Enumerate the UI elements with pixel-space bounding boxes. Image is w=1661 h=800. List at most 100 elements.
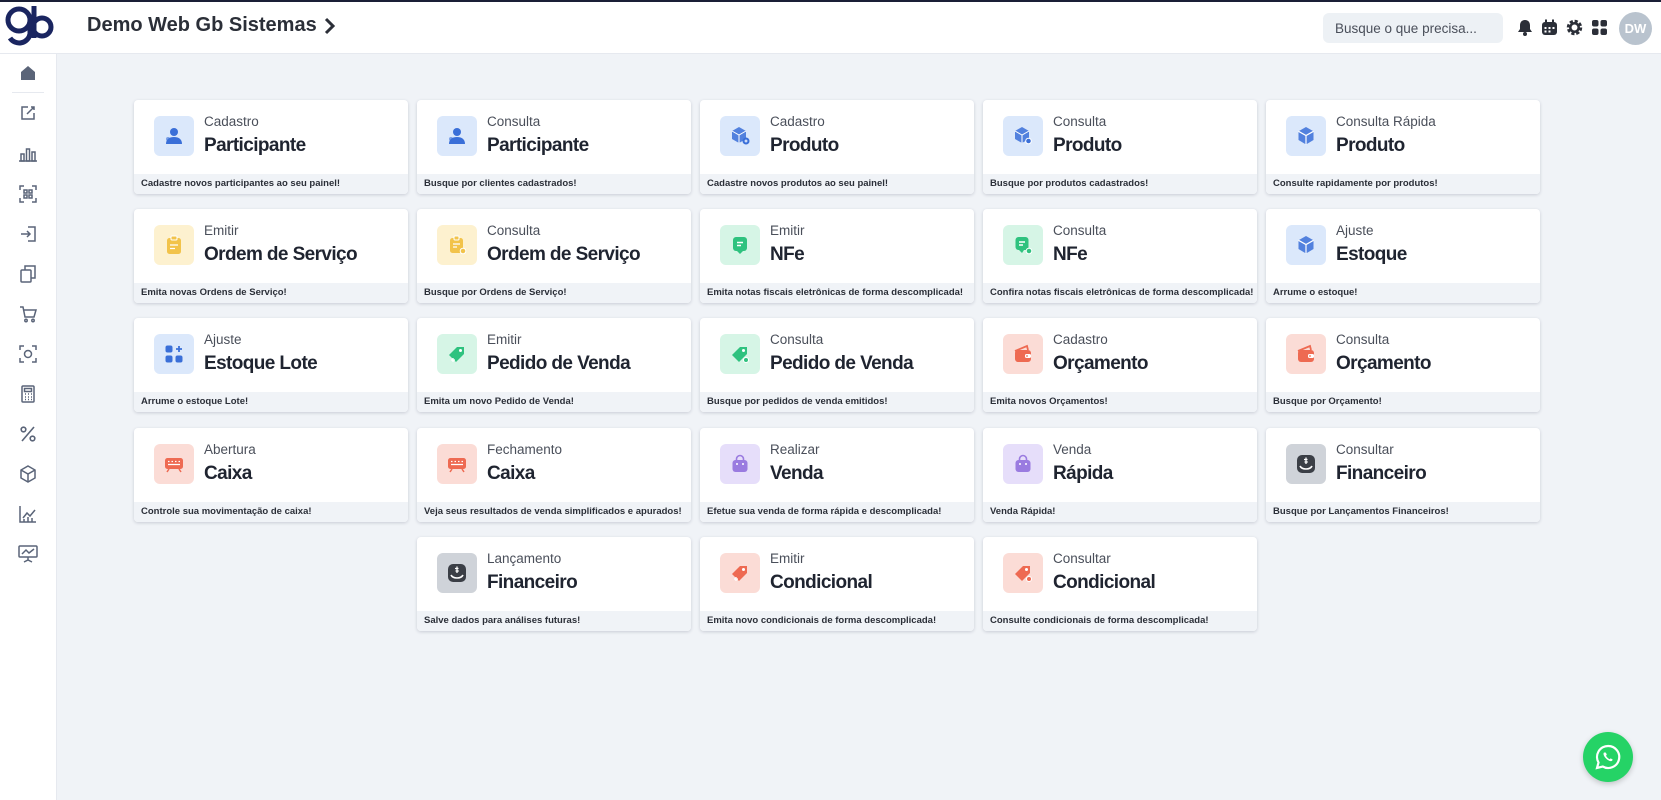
shortcut-card[interactable]: Cadastro Participante Cadastre novos parti… xyxy=(134,100,408,194)
notification-icon[interactable] xyxy=(1515,18,1534,37)
wallet-icon xyxy=(1286,334,1326,374)
card-subtitle: Ajuste xyxy=(1336,223,1374,238)
gear-icon[interactable] xyxy=(1565,18,1584,37)
card-title: Caixa xyxy=(487,463,535,484)
card-subtitle: Consultar xyxy=(1053,551,1111,566)
user-icon xyxy=(154,116,194,156)
card-title: Financeiro xyxy=(487,572,578,593)
cube-plus-icon xyxy=(720,116,760,156)
grid-plus-icon xyxy=(154,334,194,374)
card-description: Emita novos Orçamentos! xyxy=(983,392,1257,412)
register-icon xyxy=(437,444,477,484)
app-title[interactable]: Demo Web Gb Sistemas xyxy=(87,14,337,37)
card-title: Venda xyxy=(770,463,824,484)
card-description: Busque por pedidos de venda emitidos! xyxy=(700,392,974,412)
cube-icon xyxy=(1286,225,1326,265)
search-input[interactable] xyxy=(1323,13,1503,43)
top-bar: Demo Web Gb Sistemas DW xyxy=(0,2,1661,54)
box-icon[interactable] xyxy=(17,463,39,485)
cube-search-icon xyxy=(1003,116,1043,156)
shortcut-card[interactable]: Consulta NFe Confira notas fiscais eletrôn… xyxy=(983,209,1257,303)
shortcut-card[interactable]: Cadastro Produto Cadastre novos produtos a… xyxy=(700,100,974,194)
card-subtitle: Emitir xyxy=(487,332,522,347)
card-subtitle: Consulta xyxy=(770,332,824,347)
card-title: Caixa xyxy=(204,463,252,484)
card-title: Produto xyxy=(1053,135,1122,156)
card-subtitle: Realizar xyxy=(770,442,820,457)
card-title: Pedido de Venda xyxy=(770,353,914,374)
percent-icon[interactable] xyxy=(17,423,39,445)
tag-icon xyxy=(1003,553,1043,593)
card-description: Consulte condicionais de forma descompli… xyxy=(983,611,1257,631)
shortcut-card[interactable]: Emitir NFe Emita notas fiscais eletrônicas… xyxy=(700,209,974,303)
card-description: Cadastre novos participantes ao seu pain… xyxy=(134,174,408,194)
card-description: Emita novas Ordens de Serviço! xyxy=(134,283,408,303)
card-subtitle: Consulta xyxy=(487,223,541,238)
shortcut-card[interactable]: Consulta Orçamento Busque por Orçamento! xyxy=(1266,318,1540,412)
card-description: Busque por clientes cadastrados! xyxy=(417,174,691,194)
shortcut-card[interactable]: Consulta Rápida Produto Consulte rapidamen… xyxy=(1266,100,1540,194)
card-description: Busque por Lançamentos Financeiros! xyxy=(1266,502,1540,522)
shortcut-card[interactable]: Abertura Caixa Controle sua movimentação d… xyxy=(134,428,408,522)
card-subtitle: Emitir xyxy=(770,223,805,238)
card-subtitle: Ajuste xyxy=(204,332,242,347)
shortcut-card[interactable]: Emitir Condicional Emita novo condicionais… xyxy=(700,537,974,631)
shortcut-card[interactable]: Consultar Financeiro Busque por Lançamento… xyxy=(1266,428,1540,522)
card-title: NFe xyxy=(1053,244,1088,265)
apps-grid-icon[interactable] xyxy=(1590,18,1609,37)
shortcut-card[interactable]: Emitir Ordem de Serviço Emita novas Ordens… xyxy=(134,209,408,303)
cube-icon xyxy=(1286,116,1326,156)
cart-icon[interactable] xyxy=(17,303,39,325)
sidebar-divider xyxy=(12,92,44,93)
shortcut-card[interactable]: Consulta Produto Busque por produtos cadas… xyxy=(983,100,1257,194)
card-subtitle: Consultar xyxy=(1336,442,1394,457)
tag-plus-icon xyxy=(437,334,477,374)
card-subtitle: Consulta Rápida xyxy=(1336,114,1436,129)
avatar[interactable]: DW xyxy=(1619,12,1652,45)
shortcut-card[interactable]: Lançamento Financeiro Salve dados para aná… xyxy=(417,537,691,631)
card-title: Financeiro xyxy=(1336,463,1427,484)
shortcut-card[interactable]: Realizar Venda Efetue sua venda de forma r… xyxy=(700,428,974,522)
shortcut-card[interactable]: Ajuste Estoque Arrume o estoque! xyxy=(1266,209,1540,303)
clipboard-search-icon xyxy=(437,225,477,265)
shortcut-card[interactable]: Fechamento Caixa Veja seus resultados de v… xyxy=(417,428,691,522)
shortcut-card[interactable]: Ajuste Estoque Lote Arrume o estoque Lote! xyxy=(134,318,408,412)
shortcut-card[interactable]: Emitir Pedido de Venda Emita um novo Pedid… xyxy=(417,318,691,412)
card-description: Busque por Ordens de Serviço! xyxy=(417,283,691,303)
card-subtitle: Lançamento xyxy=(487,551,562,566)
whatsapp-button[interactable] xyxy=(1583,732,1633,782)
copy-icon[interactable] xyxy=(17,263,39,285)
bar-chart-icon[interactable] xyxy=(17,143,39,165)
shortcut-card[interactable]: Cadastro Orçamento Emita novos Orçamentos! xyxy=(983,318,1257,412)
card-subtitle: Cadastro xyxy=(1053,332,1108,347)
card-description: Arrume o estoque Lote! xyxy=(134,392,408,412)
money-icon xyxy=(437,553,477,593)
scan-icon[interactable] xyxy=(17,343,39,365)
invoice-search-icon xyxy=(1003,225,1043,265)
card-description: Consulte rapidamente por produtos! xyxy=(1266,174,1540,194)
gb-logo[interactable] xyxy=(4,4,54,48)
calendar-icon[interactable] xyxy=(1540,18,1559,37)
shortcut-card[interactable]: Consulta Ordem de Serviço Busque por Orden… xyxy=(417,209,691,303)
clipboard-icon xyxy=(154,225,194,265)
shortcut-card[interactable]: Venda Rápida Venda Rápida! xyxy=(983,428,1257,522)
card-description: Busque por Orçamento! xyxy=(1266,392,1540,412)
invoice-icon xyxy=(720,225,760,265)
card-subtitle: Abertura xyxy=(204,442,256,457)
line-chart-icon[interactable] xyxy=(17,503,39,525)
money-icon xyxy=(1286,444,1326,484)
home-icon[interactable] xyxy=(17,62,39,84)
qr-scan-icon[interactable] xyxy=(17,183,39,205)
card-description: Venda Rápida! xyxy=(983,502,1257,522)
shortcut-card[interactable]: Consulta Participante Busque por clientes … xyxy=(417,100,691,194)
shortcut-card[interactable]: Consultar Condicional Consulte condicionai… xyxy=(983,537,1257,631)
presentation-icon[interactable] xyxy=(17,543,39,565)
login-icon[interactable] xyxy=(17,223,39,245)
card-title: Rápida xyxy=(1053,463,1113,484)
edit-icon[interactable] xyxy=(17,102,39,124)
card-title: Participante xyxy=(487,135,589,156)
card-description: Emita novo condicionais de forma descomp… xyxy=(700,611,974,631)
calculator-icon[interactable] xyxy=(17,383,39,405)
shortcut-card[interactable]: Consulta Pedido de Venda Busque por pedido… xyxy=(700,318,974,412)
card-description: Veja seus resultados de venda simplifica… xyxy=(417,502,691,522)
